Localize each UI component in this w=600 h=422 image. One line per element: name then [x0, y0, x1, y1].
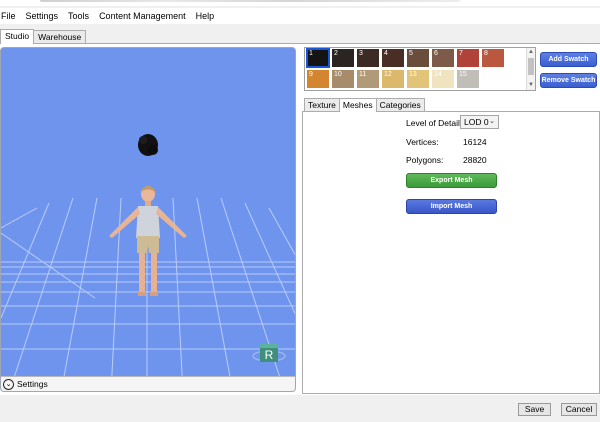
- import-mesh-button[interactable]: Import Mesh: [406, 199, 497, 214]
- vertices-label: Vertices:: [406, 137, 439, 147]
- save-button[interactable]: Save: [518, 403, 551, 416]
- menu-tools[interactable]: Tools: [63, 8, 94, 24]
- rotate-gizmo-icon[interactable]: R: [252, 344, 286, 362]
- add-swatch-button[interactable]: Add Swatch: [540, 52, 597, 67]
- swatch-6[interactable]: 6: [432, 49, 454, 67]
- lod-label: Level of Detail:: [406, 118, 463, 128]
- tab-categories[interactable]: Categories: [375, 98, 425, 112]
- swatch-8[interactable]: 8: [482, 49, 504, 67]
- swatch-number: 2: [334, 50, 338, 57]
- cancel-button[interactable]: Cancel: [561, 403, 597, 416]
- menu-help[interactable]: Help: [191, 8, 220, 24]
- tab-meshes[interactable]: Meshes: [338, 98, 377, 112]
- swatch-14[interactable]: 14: [432, 70, 454, 88]
- chevron-down-icon[interactable]: ⌄: [3, 378, 14, 390]
- polygons-label: Polygons:: [406, 155, 444, 165]
- menu-bar: File Settings Tools Content Management H…: [0, 8, 600, 24]
- swatch-number: 14: [434, 71, 442, 78]
- swatch-palette: 1 2 3 4 5 6 7 8 9 10 11 12 13 14 15 ▲ ▼: [304, 47, 536, 91]
- scroll-thumb[interactable]: [528, 58, 534, 75]
- swatch-number: 5: [409, 50, 413, 57]
- swatch-number: 10: [334, 71, 342, 78]
- swatch-10[interactable]: 10: [332, 70, 354, 88]
- hair-mesh-icon: [138, 134, 158, 156]
- tab-studio[interactable]: Studio: [0, 29, 35, 44]
- swatch-1[interactable]: 1: [306, 48, 330, 68]
- tab-warehouse[interactable]: Warehouse: [33, 30, 87, 44]
- viewport-3d[interactable]: R ⌄ Settings: [0, 47, 296, 392]
- swatch-number: 9: [309, 71, 313, 78]
- swatch-7[interactable]: 7: [457, 49, 479, 67]
- swatch-4[interactable]: 4: [382, 49, 404, 67]
- scroll-down-icon[interactable]: ▼: [527, 81, 535, 90]
- svg-text:R: R: [265, 348, 274, 362]
- export-mesh-button[interactable]: Export Mesh: [406, 173, 497, 188]
- swatch-scrollbar[interactable]: ▲ ▼: [526, 48, 535, 90]
- lod-value: LOD 0: [464, 117, 489, 127]
- swatch-5[interactable]: 5: [407, 49, 429, 67]
- menu-settings[interactable]: Settings: [21, 8, 64, 24]
- polygons-value: 28820: [463, 155, 487, 165]
- swatch-9[interactable]: 9: [307, 70, 329, 88]
- editor-tabs: Texture Meshes Categories: [304, 98, 425, 112]
- chevron-down-icon: ⌄: [489, 118, 495, 125]
- swatch-11[interactable]: 11: [357, 70, 379, 88]
- swatch-15[interactable]: 15: [457, 70, 479, 88]
- swatch-grid: 1 2 3 4 5 6 7 8 9 10 11 12 13 14 15: [306, 48, 504, 88]
- swatch-number: 3: [359, 50, 363, 57]
- swatch-13[interactable]: 13: [407, 70, 429, 88]
- menu-content-management[interactable]: Content Management: [94, 8, 191, 24]
- swatch-number: 1: [309, 50, 313, 57]
- swatch-number: 4: [384, 50, 388, 57]
- swatch-number: 13: [409, 71, 417, 78]
- vertices-value: 16124: [463, 137, 487, 147]
- menu-file[interactable]: File: [0, 8, 21, 24]
- title-strip: [0, 0, 600, 6]
- viewport-scene: R: [1, 134, 295, 391]
- tab-texture[interactable]: Texture: [304, 98, 340, 112]
- swatch-number: 12: [384, 71, 392, 78]
- main-tabs: Studio Warehouse: [0, 29, 87, 44]
- swatch-3[interactable]: 3: [357, 49, 379, 67]
- swatch-12[interactable]: 12: [382, 70, 404, 88]
- viewport-settings-bar[interactable]: ⌄ Settings: [1, 376, 295, 391]
- lod-dropdown[interactable]: LOD 0 ⌄: [460, 115, 499, 129]
- swatch-number: 11: [359, 71, 367, 78]
- remove-swatch-button[interactable]: Remove Swatch: [540, 73, 597, 88]
- meshes-panel: [302, 111, 600, 394]
- swatch-number: 6: [434, 50, 438, 57]
- scroll-up-icon[interactable]: ▲: [527, 48, 535, 57]
- settings-label: Settings: [17, 379, 48, 389]
- swatch-number: 15: [459, 71, 467, 78]
- swatch-2[interactable]: 2: [332, 49, 354, 67]
- swatch-number: 8: [484, 50, 488, 57]
- swatch-number: 7: [459, 50, 463, 57]
